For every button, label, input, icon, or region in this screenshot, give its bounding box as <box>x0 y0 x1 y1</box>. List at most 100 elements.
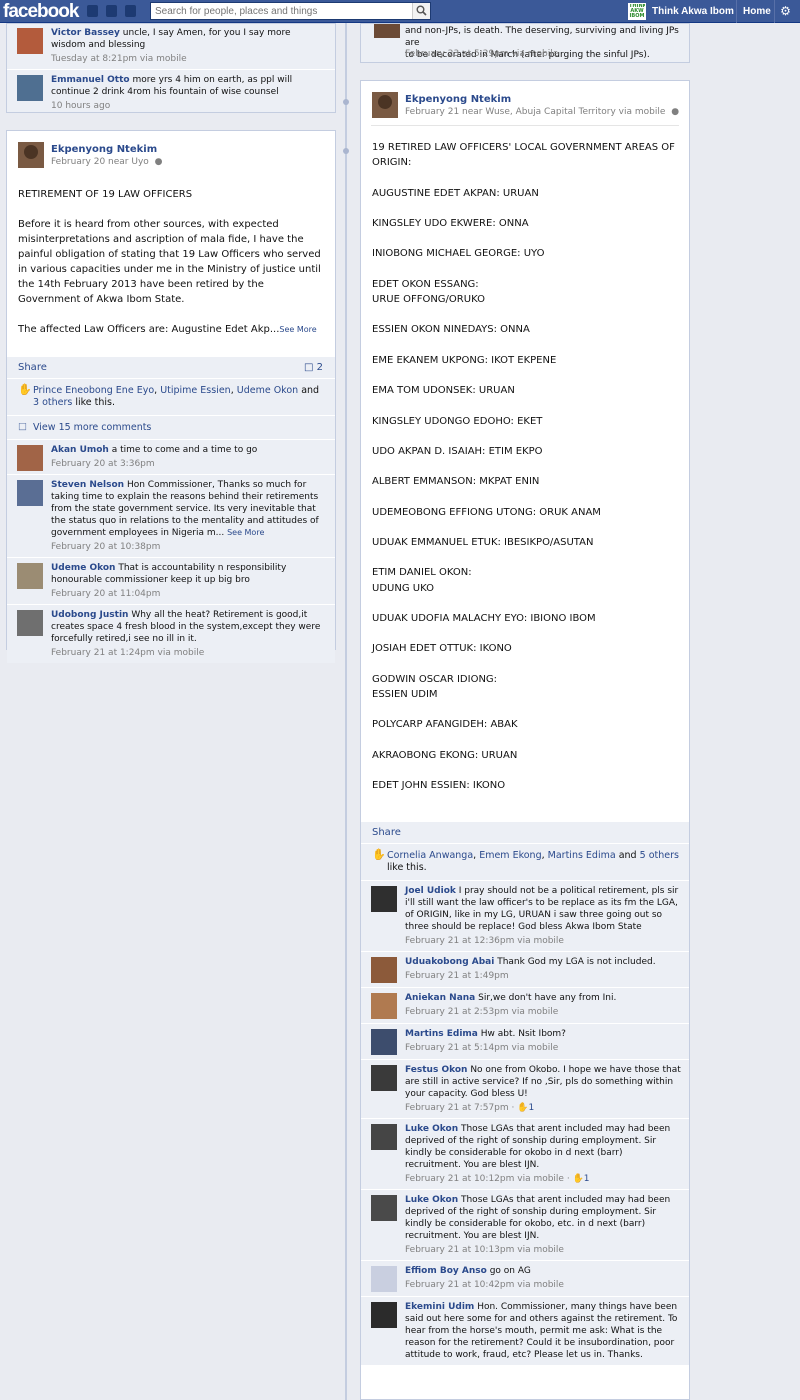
comment-meta: February 21 at 10:42pm via mobile <box>405 1279 681 1291</box>
officer-entry: GODWIN OSCAR IDIONG: ESSIEN UDIM <box>372 672 678 702</box>
facebook-logo[interactable]: facebook <box>3 0 79 23</box>
commenter-name[interactable]: Aniekan Nana <box>405 993 475 1003</box>
post-feedback: Share □ 2 ✋ Prince Eneobong Ene Eyo, Uti… <box>7 357 335 663</box>
liker-name[interactable]: Prince Eneobong Ene Eyo <box>33 385 154 396</box>
author-avatar[interactable] <box>18 142 44 168</box>
avatar[interactable] <box>371 886 397 912</box>
search-input[interactable] <box>151 3 411 19</box>
avatar[interactable] <box>17 610 43 636</box>
officer-entry: EDET JOHN ESSIEN: IKONO <box>372 778 678 793</box>
commenter-name[interactable]: Joel Udiok <box>405 886 456 896</box>
avatar[interactable] <box>17 480 43 506</box>
likes-others-link[interactable]: 3 others <box>33 397 72 408</box>
commenter-name[interactable]: Ekemini Udim <box>405 1302 474 1312</box>
liker-name[interactable]: Utipime Essien <box>160 385 231 396</box>
share-link[interactable]: Share <box>372 827 401 838</box>
likes-summary: ✋ Prince Eneobong Ene Eyo, Utipime Essie… <box>7 379 335 416</box>
comment-timestamp[interactable]: February 21 at 10:13pm via mobile <box>405 1245 564 1255</box>
commenter-name[interactable]: Uduakobong Abai <box>405 957 494 967</box>
avatar[interactable] <box>371 957 397 983</box>
commenter-name[interactable]: Luke Okon <box>405 1195 458 1205</box>
comment-timestamp[interactable]: February 21 at 2:53pm via mobile <box>405 1007 558 1017</box>
comment-meta: February 21 at 1:49pm <box>405 970 681 982</box>
comment-bubble-icon: □ <box>303 362 314 373</box>
comment: Festus Okon No one from Okobo. I hope we… <box>361 1060 689 1119</box>
comment-timestamp[interactable]: February 21 at 5:14pm via mobile <box>405 1043 558 1053</box>
comment-timestamp[interactable]: Tuesday at 8:21pm via mobile <box>51 53 327 65</box>
notifications-icon[interactable] <box>125 5 136 17</box>
officer-entry: KINGSLEY UDO EKWERE: ONNA <box>372 216 678 231</box>
timeline-dot <box>343 99 349 105</box>
page-name-link[interactable]: Think Akwa Ibom <box>652 0 734 23</box>
comment-timestamp[interactable]: February 23 at 5:29pm via mobile <box>405 49 558 59</box>
comment-timestamp[interactable]: February 20 at 10:38pm <box>51 541 327 553</box>
comment-text: Hw abt. Nsit Ibom? <box>480 1029 566 1039</box>
liker-name[interactable]: Cornelia Anwanga <box>387 850 473 861</box>
comment-like-count[interactable]: 1 <box>528 1103 534 1113</box>
post-meta-text[interactable]: February 20 near Uyo <box>51 157 149 167</box>
comment-timestamp[interactable]: 10 hours ago <box>51 100 327 112</box>
comment-timestamp[interactable]: February 21 at 12:36pm via mobile <box>405 936 564 946</box>
commenter-name[interactable]: Emmanuel Otto <box>51 75 130 85</box>
see-more-link[interactable]: See More <box>227 528 264 537</box>
view-more-comments-text[interactable]: View 15 more comments <box>33 422 151 433</box>
likes-others-link[interactable]: 5 others <box>640 850 679 861</box>
avatar[interactable] <box>17 28 43 54</box>
liker-name[interactable]: Udeme Okon <box>237 385 298 396</box>
avatar[interactable] <box>371 1065 397 1091</box>
comment-count[interactable]: □ 2 <box>304 357 323 379</box>
commenter-name[interactable]: Luke Okon <box>405 1124 458 1134</box>
officer-entry-line: EDET OKON ESSANG: <box>372 278 479 290</box>
likes-suffix: like this. <box>387 862 427 873</box>
commenter-name[interactable]: Festus Okon <box>405 1065 467 1075</box>
avatar[interactable] <box>17 75 43 101</box>
avatar[interactable] <box>17 445 43 471</box>
comment-timestamp[interactable]: February 21 at 1:49pm <box>405 971 509 981</box>
liker-name[interactable]: Emem Ekong <box>479 850 541 861</box>
commenter-name[interactable]: Udeme Okon <box>51 563 115 573</box>
page-profile-thumbnail[interactable]: THINK AKW IBOM <box>628 3 646 20</box>
comment: Victor Bassey uncle, I say Amen, for you… <box>7 24 335 70</box>
avatar[interactable] <box>371 1124 397 1150</box>
avatar[interactable] <box>371 1195 397 1221</box>
post-author[interactable]: Ekpenyong Ntekim <box>405 94 511 105</box>
commenter-name[interactable]: Steven Nelson <box>51 480 124 490</box>
liker-name[interactable]: Martins Edima <box>548 850 616 861</box>
see-more-link[interactable]: See More <box>279 325 316 334</box>
gear-icon[interactable]: ⚙ <box>774 0 796 23</box>
commenter-name[interactable]: Effiom Boy Anso <box>405 1266 487 1276</box>
author-avatar[interactable] <box>372 92 398 118</box>
commenter-name[interactable]: Udobong Justin <box>51 610 128 620</box>
avatar[interactable] <box>371 1302 397 1328</box>
avatar[interactable] <box>374 24 400 38</box>
comment: Aniekan Nana Sir,we don't have any from … <box>361 988 689 1024</box>
home-button[interactable]: Home <box>736 0 771 23</box>
friend-requests-icon[interactable] <box>87 5 98 17</box>
post-author[interactable]: Ekpenyong Ntekim <box>51 144 157 155</box>
avatar[interactable] <box>371 1029 397 1055</box>
search-button[interactable] <box>412 3 430 19</box>
avatar[interactable] <box>371 1266 397 1292</box>
share-link[interactable]: Share <box>18 362 47 373</box>
commenter-name[interactable]: Akan Umoh <box>51 445 109 455</box>
separator: · <box>508 1103 518 1113</box>
officer-entry-line: UDUAK EMMANUEL ETUK: IBESIKPO/ASUTAN <box>372 537 594 549</box>
comment-timestamp[interactable]: February 21 at 7:57pm <box>405 1103 509 1113</box>
officer-entry-line: EME EKANEM UKPONG: IKOT EKPENE <box>372 354 557 366</box>
avatar[interactable] <box>17 563 43 589</box>
commenter-name[interactable]: Victor Bassey <box>51 28 120 38</box>
officer-entry: EDET OKON ESSANG: URUE OFFONG/ORUKO <box>372 277 678 307</box>
officer-entry-line: AUGUSTINE EDET AKPAN: URUAN <box>372 187 539 199</box>
messages-icon[interactable] <box>106 5 117 17</box>
comment-timestamp[interactable]: February 21 at 1:24pm via mobile <box>51 647 327 659</box>
avatar[interactable] <box>371 993 397 1019</box>
comment-meta: February 21 at 12:36pm via mobile <box>405 935 681 947</box>
commenter-name[interactable]: Martins Edima <box>405 1029 478 1039</box>
post-meta-text[interactable]: February 21 near Wuse, Abuja Capital Ter… <box>405 107 665 117</box>
comment-timestamp[interactable]: February 20 at 11:04pm <box>51 588 327 600</box>
comment-timestamp[interactable]: February 20 at 3:36pm <box>51 458 327 470</box>
view-more-comments[interactable]: □ View 15 more comments <box>7 416 335 440</box>
comment-timestamp[interactable]: February 21 at 10:42pm via mobile <box>405 1280 564 1290</box>
comment-timestamp[interactable]: February 21 at 10:12pm via mobile <box>405 1174 564 1184</box>
comment-like-count[interactable]: 1 <box>584 1174 590 1184</box>
